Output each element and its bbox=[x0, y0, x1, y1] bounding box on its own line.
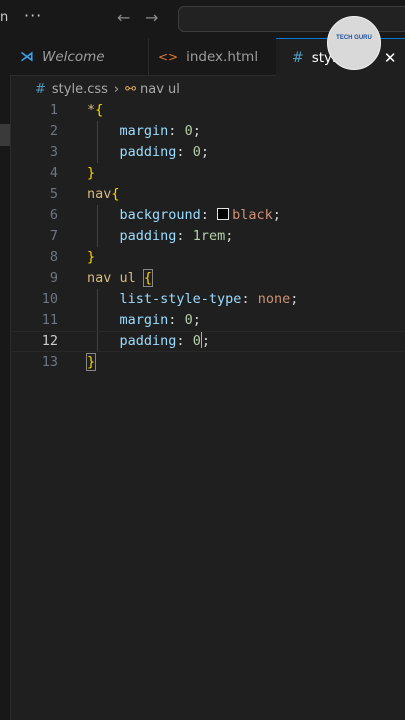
color-swatch[interactable] bbox=[217, 208, 230, 220]
line-content[interactable]: nav{ bbox=[87, 184, 120, 205]
line-content[interactable]: } bbox=[85, 352, 97, 373]
tab-index-html[interactable]: <> index.html bbox=[158, 38, 276, 75]
code-line[interactable]: 11 margin: 0; bbox=[10, 310, 405, 331]
line-number: 6 bbox=[49, 207, 58, 223]
line-number: 5 bbox=[49, 186, 58, 202]
code-line[interactable]: 2 margin: 0; bbox=[10, 121, 405, 142]
code-line[interactable]: 13 } bbox=[10, 352, 405, 373]
html-icon: <> bbox=[158, 49, 179, 64]
line-content[interactable]: } bbox=[87, 247, 95, 268]
line-content[interactable]: padding: 0; bbox=[87, 332, 210, 351]
back-arrow-icon[interactable]: ← bbox=[117, 8, 130, 27]
tab-label: index.html bbox=[186, 48, 259, 65]
matched-brace: } bbox=[85, 353, 97, 371]
forward-arrow-icon[interactable]: → bbox=[145, 8, 158, 27]
line-number: 2 bbox=[49, 123, 58, 139]
code-line[interactable]: 9 nav ul { bbox=[10, 268, 405, 289]
line-content[interactable]: list-style-type: none; bbox=[87, 289, 299, 310]
code-line[interactable]: 4 } bbox=[10, 163, 405, 184]
menu-fragment[interactable]: n bbox=[0, 10, 8, 25]
code-line[interactable]: 6 background: black; bbox=[10, 205, 405, 226]
line-number: 9 bbox=[49, 270, 58, 286]
line-content[interactable]: margin: 0; bbox=[87, 310, 201, 331]
code-line[interactable]: 3 padding: 0; bbox=[10, 142, 405, 163]
code-line[interactable]: 10 list-style-type: none; bbox=[10, 289, 405, 310]
line-number: 13 bbox=[41, 354, 58, 370]
tab-label: Welcome bbox=[42, 48, 105, 65]
tech-guru-logo: TECH GURU bbox=[327, 16, 381, 70]
line-content[interactable]: nav ul { bbox=[87, 268, 154, 289]
line-number: 3 bbox=[49, 144, 58, 160]
code-line[interactable]: 5 nav{ bbox=[10, 184, 405, 205]
code-line[interactable]: 1 *{ bbox=[10, 100, 405, 121]
tab-divider bbox=[148, 38, 149, 75]
css-icon: # bbox=[35, 81, 46, 97]
close-icon[interactable]: ✕ bbox=[384, 49, 397, 67]
more-icon[interactable]: ··· bbox=[24, 6, 42, 25]
line-content[interactable]: } bbox=[87, 163, 95, 184]
vscode-icon: ⋊ bbox=[20, 48, 34, 65]
line-content[interactable]: background: black; bbox=[87, 205, 281, 226]
css-icon: # bbox=[292, 49, 304, 66]
matched-brace: { bbox=[142, 269, 154, 287]
breadcrumb-file[interactable]: style.css bbox=[52, 82, 108, 97]
code-editor[interactable]: 1 *{ 2 margin: 0; 3 padding: 0; 4 } 5 na… bbox=[10, 100, 405, 720]
code-line-current[interactable]: 12 padding: 0; bbox=[10, 331, 405, 352]
line-number: 11 bbox=[41, 312, 58, 328]
breadcrumb: # style.css › ⚯ nav ul bbox=[35, 80, 180, 98]
chevron-right-icon: › bbox=[113, 81, 120, 97]
code-line[interactable]: 7 padding: 1rem; bbox=[10, 226, 405, 247]
line-number: 10 bbox=[41, 291, 58, 307]
line-number: 12 bbox=[41, 333, 58, 349]
line-content[interactable]: padding: 0; bbox=[87, 142, 209, 163]
code-line[interactable]: 8 } bbox=[10, 247, 405, 268]
line-content[interactable]: margin: 0; bbox=[87, 121, 201, 142]
activity-marker bbox=[0, 124, 10, 146]
line-content[interactable]: padding: 1rem; bbox=[87, 226, 234, 247]
breadcrumb-symbol[interactable]: nav ul bbox=[140, 82, 180, 97]
line-number: 7 bbox=[49, 228, 58, 244]
symbol-icon: ⚯ bbox=[125, 81, 137, 97]
logo-text: TECH GURU bbox=[336, 35, 372, 41]
tab-welcome[interactable]: ⋊ Welcome bbox=[20, 38, 145, 75]
line-number: 8 bbox=[49, 249, 58, 265]
line-number: 4 bbox=[49, 165, 58, 181]
line-number: 1 bbox=[49, 102, 58, 118]
line-content[interactable]: *{ bbox=[87, 100, 103, 121]
